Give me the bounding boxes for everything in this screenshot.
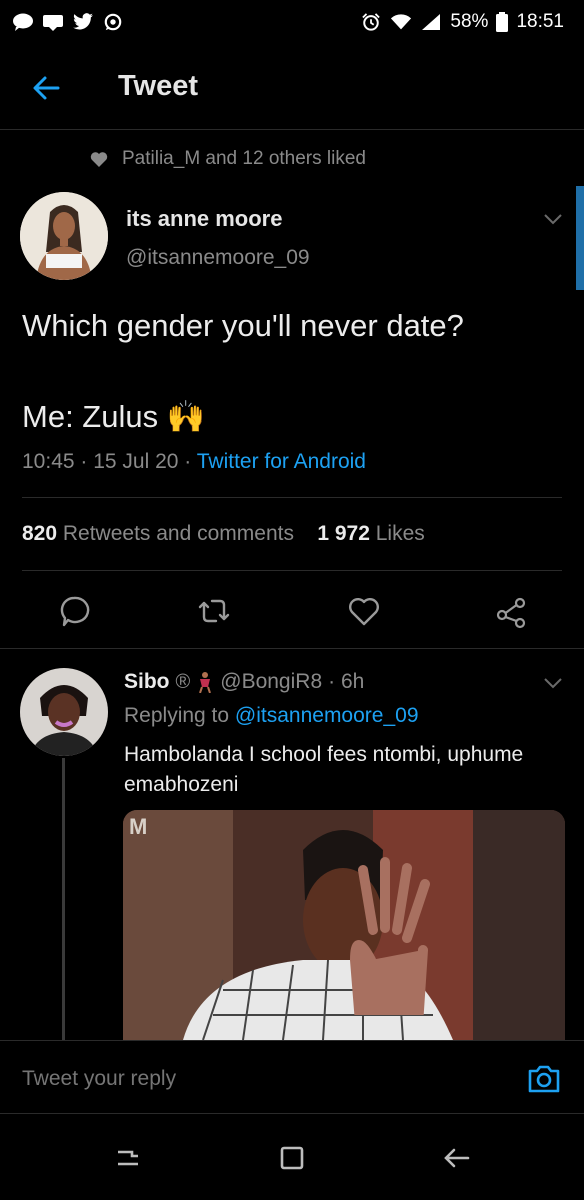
back-icon[interactable] — [440, 1142, 472, 1174]
whatsapp-icon — [104, 13, 122, 31]
raised-hands-emoji: 🙌 — [166, 399, 206, 434]
system-indicators: 58% 18:51 — [360, 11, 564, 33]
author-name[interactable]: its anne moore — [126, 206, 282, 232]
registered-badge: ® — [175, 670, 191, 693]
author-photo — [20, 192, 108, 280]
notification-icons — [12, 13, 124, 31]
tweet-timestamp: 10:45 · 15 Jul 20 · — [22, 450, 197, 473]
top-app-bar: Tweet — [0, 44, 584, 130]
tweet-stats: 820 Retweets and comments 1 972 Likes — [22, 522, 425, 546]
replying-prefix: Replying to — [124, 704, 235, 727]
status-bar: 58% 18:51 — [0, 0, 584, 44]
reply-header: Sibo ® @BongiR8 · 6h — [124, 670, 364, 694]
wifi-icon — [391, 14, 412, 30]
page-title: Tweet — [118, 70, 199, 102]
thread-line — [62, 758, 65, 1040]
reply-time: · 6h — [328, 670, 365, 693]
battery-percent: 58% — [450, 11, 489, 32]
media-photo — [123, 810, 565, 1040]
liked-by-text: Patilia_M and 12 others liked — [122, 148, 366, 169]
retweets-stat[interactable]: 820 Retweets and comments — [22, 522, 294, 545]
alarm-icon — [362, 13, 381, 31]
author-handle[interactable]: @itsannemoore_09 — [126, 246, 310, 270]
reply-composer — [0, 1040, 584, 1114]
retweet-icon[interactable] — [196, 593, 232, 629]
clock: 18:51 — [516, 11, 564, 32]
battery-icon — [496, 12, 509, 32]
divider — [0, 648, 584, 649]
reply-author-name[interactable]: Sibo — [124, 670, 170, 694]
camera-icon[interactable] — [526, 1061, 562, 1097]
heart-icon — [90, 152, 108, 167]
back-arrow-icon[interactable] — [30, 72, 62, 104]
share-icon[interactable] — [494, 593, 530, 629]
chat-bubble-icon — [13, 13, 33, 31]
reply-icon[interactable] — [56, 593, 92, 629]
media-overlay-text: M — [129, 814, 148, 839]
scrollbar[interactable] — [576, 186, 584, 290]
reply-text: Hambolanda I school fees ntombi, uphume … — [124, 743, 524, 796]
tweet-text-line2: Me: Zulus 🙌 — [22, 398, 205, 435]
tweet-meta: 10:45 · 15 Jul 20 · Twitter for Android — [22, 450, 366, 474]
reply-author-avatar[interactable] — [20, 668, 108, 756]
reply-input[interactable] — [22, 1067, 482, 1091]
chevron-down-icon[interactable] — [542, 676, 564, 690]
like-icon[interactable] — [346, 593, 382, 629]
message-icon — [43, 15, 63, 31]
likes-stat[interactable]: 1 972 Likes — [317, 522, 424, 545]
tweet-text-line2-text: Me: Zulus — [22, 399, 159, 434]
tweet-client-link[interactable]: Twitter for Android — [197, 450, 366, 473]
divider — [22, 497, 562, 498]
social-context[interactable]: Patilia_M and 12 others liked — [90, 148, 366, 170]
reply-author-photo — [20, 668, 108, 756]
dancer-emoji-icon — [199, 672, 212, 693]
tweet-actions — [0, 585, 584, 637]
home-icon[interactable] — [276, 1142, 308, 1174]
signal-icon — [422, 14, 441, 30]
reply-author-handle[interactable]: @BongiR8 — [220, 670, 322, 694]
replying-to-mention[interactable]: @itsannemoore_09 — [235, 704, 419, 727]
replying-to: Replying to @itsannemoore_09 — [124, 704, 419, 728]
reply-media-image[interactable]: M — [123, 810, 565, 1040]
divider — [22, 570, 562, 571]
twitter-icon — [73, 13, 93, 30]
chevron-down-icon[interactable] — [542, 212, 564, 226]
author-avatar[interactable] — [20, 192, 108, 280]
system-nav-bar — [0, 1114, 584, 1200]
tweet-text-line1: Which gender you'll never date? — [22, 308, 464, 343]
recent-apps-icon[interactable] — [112, 1142, 144, 1174]
